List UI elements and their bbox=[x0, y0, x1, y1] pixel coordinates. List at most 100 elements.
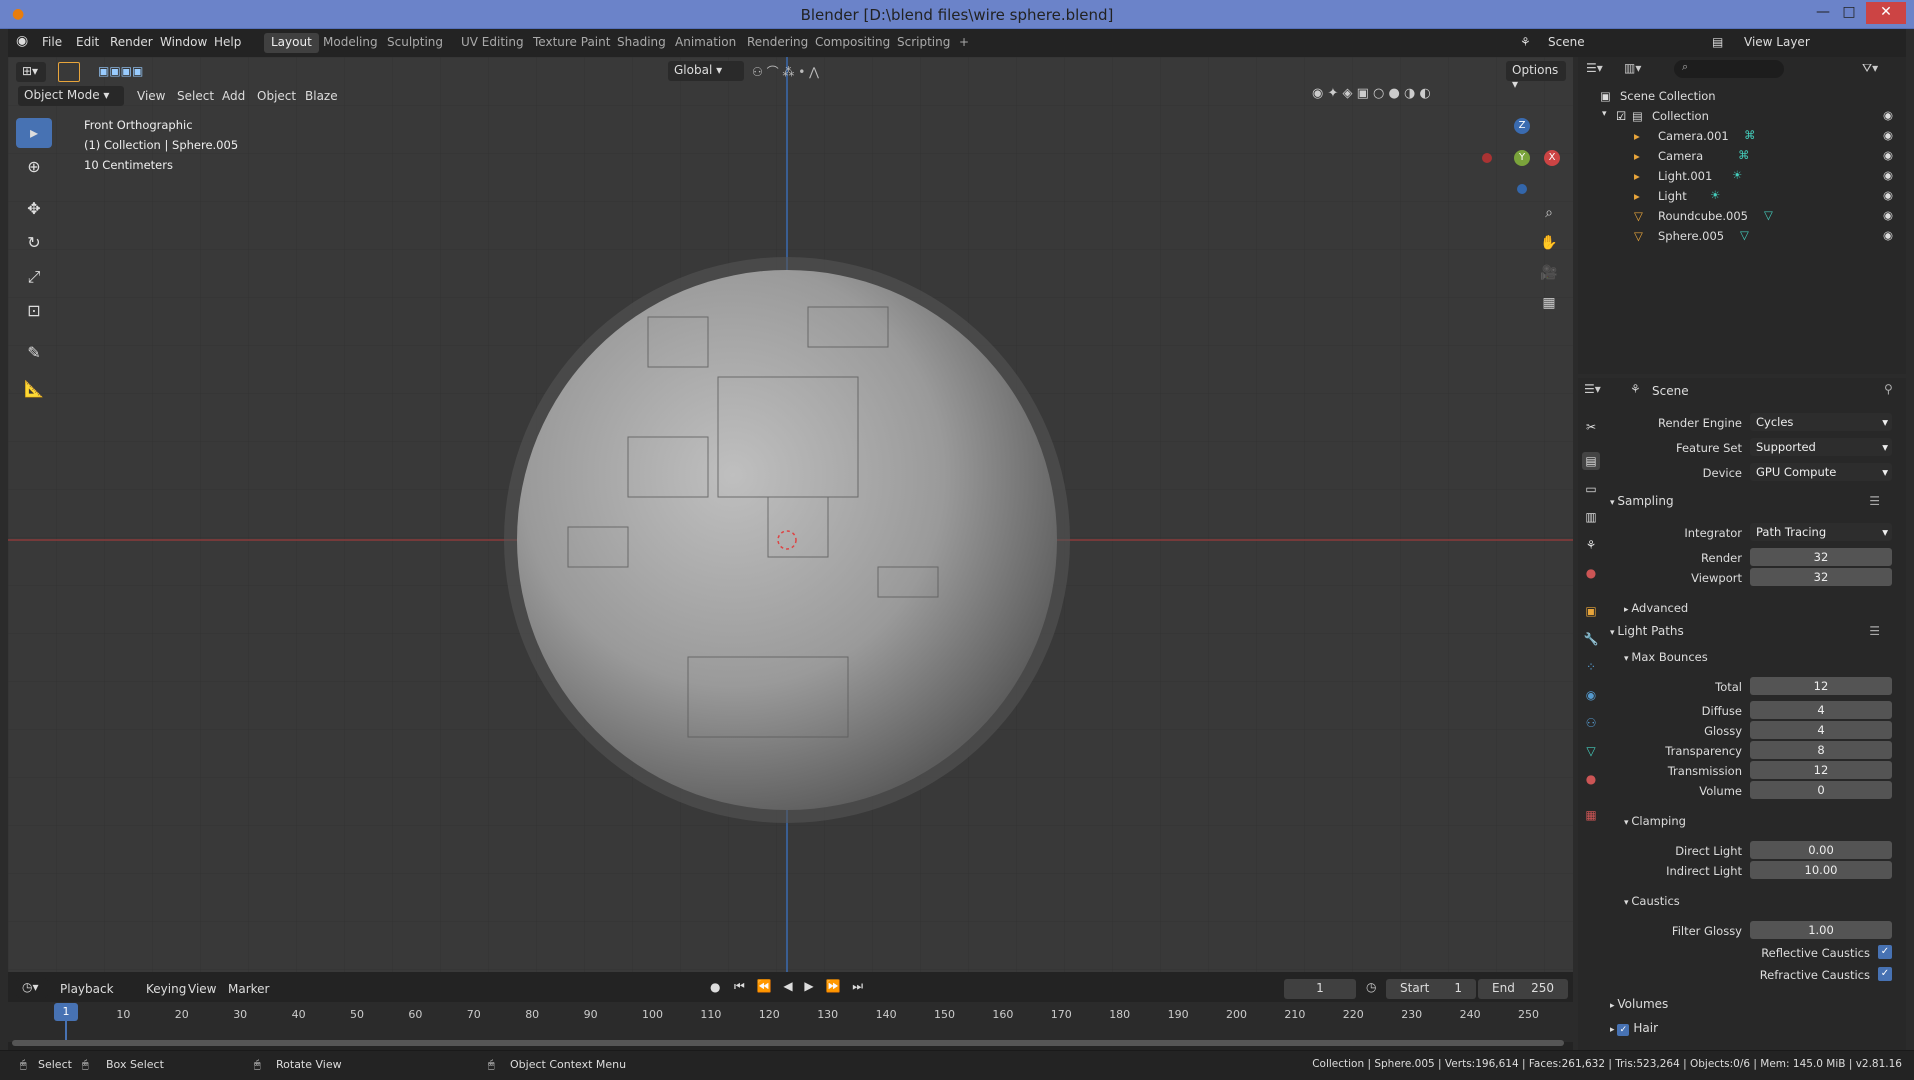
tab-modeling[interactable]: Modeling bbox=[316, 33, 385, 53]
sampling-section-header[interactable]: ▾ Sampling ☰ bbox=[1610, 494, 1910, 516]
3d-viewport[interactable] bbox=[8, 57, 1573, 972]
tab-uv-editing[interactable]: UV Editing bbox=[454, 33, 531, 53]
current-frame-field[interactable]: 1 bbox=[1284, 979, 1356, 999]
menu-help[interactable]: Help bbox=[214, 35, 241, 49]
outliner-filter-dropdown[interactable]: ▥▾ bbox=[1624, 61, 1641, 75]
viewport-menu-blaze[interactable]: Blaze bbox=[305, 89, 338, 103]
volumes-section-header[interactable]: ▸ Volumes bbox=[1610, 997, 1910, 1019]
scale-tool[interactable]: ⤢ bbox=[16, 262, 52, 292]
total-field[interactable]: 12 bbox=[1750, 677, 1892, 695]
visibility-eye-icon[interactable]: ◉ bbox=[1883, 208, 1893, 222]
clamping-subsection[interactable]: ▾ Clamping bbox=[1624, 814, 1686, 834]
timeline-menu-playback[interactable]: Playback bbox=[60, 982, 114, 996]
max-bounces-subsection[interactable]: ▾ Max Bounces bbox=[1624, 650, 1708, 670]
blender-menu-icon[interactable]: ◉ bbox=[16, 33, 28, 49]
viewport-menu-select[interactable]: Select bbox=[177, 89, 214, 103]
constraints-tab-icon[interactable]: ⚇ bbox=[1582, 714, 1600, 732]
light-paths-section-header[interactable]: ▾ Light Paths ☰ bbox=[1610, 624, 1910, 646]
tab-texture-paint[interactable]: Texture Paint bbox=[526, 33, 617, 53]
viewport-menu-add[interactable]: Add bbox=[222, 89, 245, 103]
render-tab-icon[interactable]: ▤ bbox=[1582, 452, 1600, 470]
hair-checkbox[interactable]: ✓ bbox=[1617, 1024, 1630, 1036]
modifier-tab-icon[interactable]: 🔧 bbox=[1582, 630, 1600, 648]
material-tab-icon[interactable]: ● bbox=[1582, 770, 1600, 788]
outliner-display-mode-icon[interactable]: ☰▾ bbox=[1586, 61, 1603, 75]
feature-set-dropdown[interactable]: Supported ▾ bbox=[1750, 438, 1892, 456]
visibility-eye-icon[interactable]: ◉ bbox=[1883, 128, 1893, 142]
playback-controls[interactable]: ⏮ ⏪ ◀ ▶ ⏩ ⏭ bbox=[734, 979, 867, 994]
start-frame-field[interactable]: Start 1 bbox=[1386, 979, 1476, 999]
particles-tab-icon[interactable]: ⁘ bbox=[1582, 658, 1600, 676]
outliner-item-camera-001[interactable]: ▸ Camera.001 ⌘ ◉ bbox=[1578, 126, 1906, 146]
tab-layout[interactable]: Layout bbox=[264, 33, 319, 53]
tab-scripting[interactable]: Scripting bbox=[890, 33, 957, 53]
annotate-tool[interactable]: ✎ bbox=[16, 338, 52, 368]
world-tab-icon[interactable]: ● bbox=[1582, 564, 1600, 582]
presets-list-icon[interactable]: ☰ bbox=[1869, 494, 1880, 508]
diffuse-field[interactable]: 4 bbox=[1750, 701, 1892, 719]
navigation-gizmo[interactable]: Z Y X bbox=[1482, 118, 1562, 198]
hair-section-header[interactable]: ▸ ✓ Hair bbox=[1610, 1021, 1910, 1043]
transmission-field[interactable]: 12 bbox=[1750, 761, 1892, 779]
tab-shading[interactable]: Shading bbox=[610, 33, 673, 53]
visibility-eye-icon[interactable]: ◉ bbox=[1883, 148, 1893, 162]
playhead[interactable]: 1 bbox=[54, 1003, 78, 1021]
transform-orientation-dropdown[interactable]: Global ▾ bbox=[668, 61, 744, 81]
presets-list-icon[interactable]: ☰ bbox=[1869, 624, 1880, 638]
view-layer-icon[interactable]: ▤ bbox=[1712, 35, 1723, 49]
visibility-eye-icon[interactable]: ◉ bbox=[1883, 108, 1893, 122]
add-workspace-button[interactable]: + bbox=[952, 33, 976, 53]
scene-selector-icon[interactable]: ⚘ bbox=[1520, 35, 1531, 49]
refractive-caustics-checkbox[interactable]: ✓ bbox=[1878, 967, 1892, 981]
transform-tool[interactable]: ⊡ bbox=[16, 296, 52, 326]
record-button[interactable]: ● bbox=[710, 980, 720, 994]
tab-animation[interactable]: Animation bbox=[668, 33, 743, 53]
scene-tab-icon[interactable]: ⚘ bbox=[1582, 536, 1600, 554]
advanced-subsection[interactable]: ▸ Advanced bbox=[1624, 601, 1688, 621]
move-tool[interactable]: ✥ bbox=[16, 194, 52, 224]
z-axis-icon[interactable]: Z bbox=[1514, 118, 1530, 134]
direct-light-field[interactable]: 0.00 bbox=[1750, 841, 1892, 859]
view-layer-tab-icon[interactable]: ▥ bbox=[1582, 508, 1600, 526]
object-mode-dropdown[interactable]: Object Mode ▾ bbox=[18, 86, 124, 106]
snap-icons[interactable]: ⚇ ⌒ ⁂ • ⋀ bbox=[752, 63, 819, 80]
options-dropdown[interactable]: Options ▾ bbox=[1506, 61, 1566, 91]
maximize-button[interactable]: □ bbox=[1836, 2, 1862, 24]
tool-tab-icon[interactable]: ✂ bbox=[1582, 418, 1600, 436]
indirect-light-field[interactable]: 10.00 bbox=[1750, 861, 1892, 879]
select-tool-icon[interactable] bbox=[58, 62, 80, 82]
outliner-item-camera[interactable]: ▸ Camera ⌘ ◉ bbox=[1578, 146, 1906, 166]
caustics-subsection[interactable]: ▾ Caustics bbox=[1624, 894, 1680, 914]
outliner-item-sphere-005[interactable]: ▽ Sphere.005 ▽ ◉ bbox=[1578, 226, 1906, 246]
outliner-search-input[interactable]: ⌕ bbox=[1674, 60, 1784, 78]
viewport-shading-icons[interactable]: ◉ ✦ ◈ ▣ ○ ● ◑ ◐ bbox=[1312, 86, 1431, 101]
object-tab-icon[interactable]: ▣ bbox=[1582, 602, 1600, 620]
select-mode-icons[interactable]: ▣▣▣▣ bbox=[98, 64, 143, 78]
y-axis-icon[interactable]: Y bbox=[1514, 150, 1530, 166]
cursor-tool[interactable]: ⊕ bbox=[16, 152, 52, 182]
ortho-grid-icon[interactable]: ▦ bbox=[1536, 290, 1562, 316]
editor-type-selector[interactable]: ⊞▾ bbox=[16, 62, 46, 82]
timeline-menu-keying[interactable]: Keying bbox=[146, 982, 186, 996]
close-button[interactable]: ✕ bbox=[1866, 2, 1906, 24]
glossy-field[interactable]: 4 bbox=[1750, 721, 1892, 739]
device-dropdown[interactable]: GPU Compute ▾ bbox=[1750, 463, 1892, 481]
volume-field[interactable]: 0 bbox=[1750, 781, 1892, 799]
menu-file[interactable]: File bbox=[42, 35, 62, 49]
select-box-tool[interactable]: ▸ bbox=[16, 118, 52, 148]
viewport-samples-field[interactable]: 32 bbox=[1750, 568, 1892, 586]
pan-hand-icon[interactable]: ✋ bbox=[1536, 230, 1562, 256]
collapse-icon[interactable]: ▾ bbox=[1602, 109, 1607, 119]
outliner-collection[interactable]: ▾ ☑ ▤ Collection ◉ bbox=[1578, 106, 1906, 126]
pin-icon[interactable]: ⚲ bbox=[1884, 382, 1893, 396]
tab-sculpting[interactable]: Sculpting bbox=[380, 33, 450, 53]
transparency-field[interactable]: 8 bbox=[1750, 741, 1892, 759]
timeline-editor-type[interactable]: ◷▾ bbox=[16, 978, 48, 998]
viewport-menu-view[interactable]: View bbox=[137, 89, 165, 103]
end-frame-field[interactable]: End 250 bbox=[1478, 979, 1568, 999]
outliner-item-light[interactable]: ▸ Light ☀ ◉ bbox=[1578, 186, 1906, 206]
tab-compositing[interactable]: Compositing bbox=[808, 33, 897, 53]
visibility-eye-icon[interactable]: ◉ bbox=[1883, 188, 1893, 202]
visibility-eye-icon[interactable]: ◉ bbox=[1883, 228, 1893, 242]
properties-editor-type[interactable]: ☰▾ bbox=[1584, 382, 1601, 396]
